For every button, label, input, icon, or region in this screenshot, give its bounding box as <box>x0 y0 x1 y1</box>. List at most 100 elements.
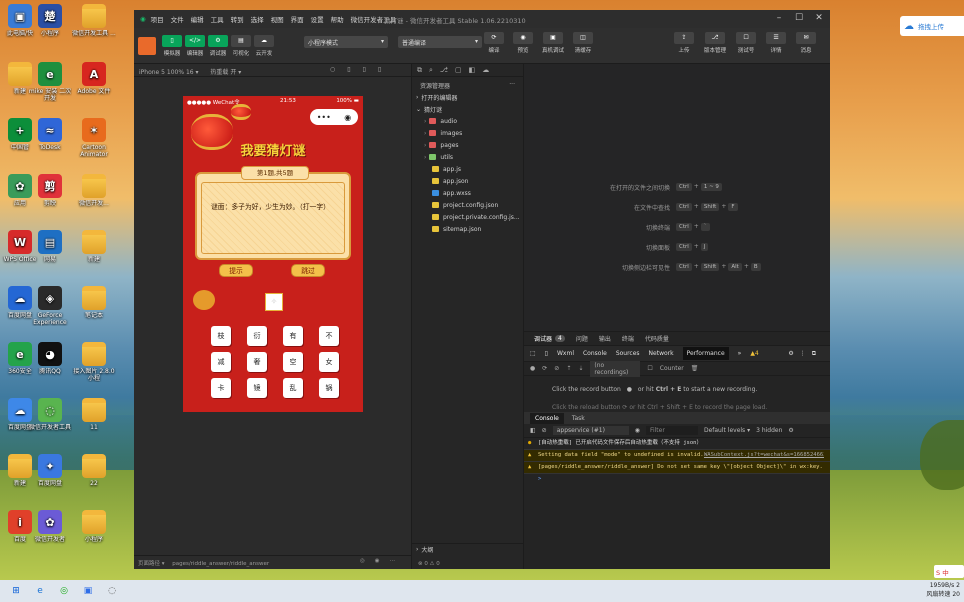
devtools-top-tab[interactable]: 终端 <box>622 334 634 343</box>
minimize-icon[interactable]: – <box>774 13 784 23</box>
mini-capsule[interactable]: ••• ◉ <box>310 109 358 125</box>
upload-icon[interactable]: ⇡ <box>566 365 571 372</box>
answer-slot[interactable]: ✧ <box>265 293 283 311</box>
menu-item[interactable]: 视图 <box>271 14 284 24</box>
character-tile[interactable]: 镜 <box>247 378 267 398</box>
mode-select[interactable]: 小程序模式 ▾ <box>304 36 388 48</box>
action-button[interactable]: ✉ 消息 <box>796 32 817 54</box>
menu-item[interactable]: 帮助 <box>331 14 344 24</box>
desktop-icon[interactable]: ✿ 微信开发者 <box>28 510 72 550</box>
desktop-icon[interactable]: 接入图片 2.8.0小程 <box>72 342 116 382</box>
menu-item[interactable]: 编辑 <box>191 14 204 24</box>
action-button[interactable]: ⟳ 编译 <box>484 32 504 54</box>
desktop-icon[interactable]: e mike 安装 二次开发 <box>28 62 72 102</box>
chat-icon[interactable]: ◌ <box>104 583 120 599</box>
character-tile[interactable]: 枝 <box>211 326 231 346</box>
file-tree-item[interactable]: › audio <box>412 115 523 127</box>
inspect-icon[interactable]: ⬚ <box>530 350 536 357</box>
project-section[interactable]: ⌄ 猜灯谜 <box>412 103 523 115</box>
more-icon[interactable]: ••• <box>317 113 331 122</box>
message-source[interactable]: WASubContext.js?t=wechat&s=1668524663828… <box>704 452 824 459</box>
menu-item[interactable]: 项目 <box>151 14 164 24</box>
context-select[interactable]: appservice (#1) <box>552 426 629 435</box>
devtools-tab[interactable]: Sources <box>616 350 640 357</box>
file-tree-item[interactable]: project.private.config.js... <box>412 211 523 223</box>
ime-indicator[interactable]: S 中 <box>934 565 964 578</box>
toolbar-4-button[interactable]: ☁ 云开发 <box>254 34 274 57</box>
eye-icon[interactable]: ◉ <box>635 427 640 434</box>
desktop-icon[interactable]: 微信开发... <box>72 174 116 214</box>
open-editors-section[interactable]: › 打开的编辑器 <box>412 91 523 103</box>
devtools-tab[interactable]: Wxml <box>557 350 574 357</box>
extensions-icon[interactable]: ◧ <box>469 66 476 74</box>
file-tree-item[interactable]: app.wxss <box>412 187 523 199</box>
more-icon[interactable]: ··· <box>509 81 515 88</box>
menu-item[interactable]: 文件 <box>171 14 184 24</box>
toolbar-0-button[interactable]: ▯ 模拟器 <box>162 34 182 57</box>
menu-item[interactable]: 转到 <box>231 14 244 24</box>
baidu-upload-widget[interactable]: ☁ 拖拽上传 <box>900 16 964 36</box>
action-button[interactable]: ⎇ 版本管理 <box>704 32 726 54</box>
levels-select[interactable]: Default levels ▾ <box>704 427 750 434</box>
desktop-icon[interactable]: 新建 <box>72 230 116 270</box>
character-tile[interactable]: 不 <box>319 326 339 346</box>
menu-item[interactable]: 界面 <box>291 14 304 24</box>
files-icon[interactable]: ⧉ <box>417 66 422 75</box>
desktop-icon[interactable]: ≈ ToDesk <box>28 118 72 158</box>
toolbar-2-button[interactable]: ⚙ 调试器 <box>208 34 228 57</box>
desktop-icon[interactable]: A Adobe 文件 <box>72 62 116 102</box>
compile-select[interactable]: 普通编译 ▾ <box>398 36 482 48</box>
clear-icon[interactable]: ⊘ <box>554 365 559 372</box>
file-tree-item[interactable]: › utils <box>412 151 523 163</box>
reload-icon[interactable]: ⟳ <box>542 365 547 372</box>
action-button[interactable]: ☐ 测试号 <box>736 32 757 54</box>
page-path-label[interactable]: 页面路径 ▾ <box>138 561 165 567</box>
character-tile[interactable]: 乱 <box>283 378 303 398</box>
skip-button[interactable]: 跳过 <box>291 264 325 277</box>
drawer-tab[interactable]: Console <box>530 412 564 424</box>
app-icon[interactable]: ▣ <box>80 583 96 599</box>
sim-tool-icons[interactable]: ○▯▯▯ <box>330 66 393 73</box>
toolbar-3-button[interactable]: ▤ 可视化 <box>231 34 251 57</box>
download-icon[interactable]: ⇣ <box>578 365 583 372</box>
outline-section[interactable]: › 大纲 <box>412 543 524 555</box>
desktop-icon[interactable]: 笔记本 <box>72 286 116 326</box>
console-prompt[interactable]: > <box>524 474 830 485</box>
file-tree-item[interactable]: sitemap.json <box>412 223 523 235</box>
action-button[interactable]: ◫ 清缓存 <box>573 32 594 54</box>
desktop-icon[interactable]: ✶ Cartoon Animator <box>72 118 116 158</box>
recordings-select[interactable]: (no recordings) <box>590 360 641 377</box>
character-tile[interactable]: 奢 <box>247 352 267 372</box>
settings-icon[interactable]: ⚙⋮⧉ <box>788 350 822 358</box>
checkbox-icon[interactable]: ☐ <box>647 365 652 372</box>
device-select[interactable]: iPhone 5 100% 16 ▾ <box>139 69 199 76</box>
date[interactable]: 20 <box>952 591 960 598</box>
branch-icon[interactable]: ⎇ <box>440 66 448 74</box>
cloud-icon[interactable]: ☁ <box>482 66 489 74</box>
hint-button[interactable]: 提示 <box>219 264 253 277</box>
character-tile[interactable]: 锅 <box>319 378 339 398</box>
file-tree-item[interactable]: › pages <box>412 139 523 151</box>
action-button[interactable]: ◉ 预览 <box>513 32 533 54</box>
hot-reload-select[interactable]: 热重载 开 ▾ <box>210 69 241 76</box>
desktop-icon[interactable]: ◌ 微信开发者工具 <box>28 398 72 438</box>
record-icon[interactable]: ◉ <box>344 113 351 122</box>
clock[interactable]: 2 <box>956 582 960 589</box>
file-tree-item[interactable]: app.json <box>412 175 523 187</box>
search-icon[interactable]: ⌕ <box>429 66 433 75</box>
devtools-top-tab[interactable]: 4 <box>555 335 565 342</box>
edge-icon[interactable]: e <box>32 583 48 599</box>
desktop-icon[interactable]: 剪剪映 <box>28 174 72 214</box>
sidebar-icon[interactable]: ◧ <box>530 427 536 434</box>
trash-icon[interactable]: 🗑 <box>691 365 699 372</box>
devtools-top-tab[interactable]: 调试器 <box>534 334 552 343</box>
desktop-icon[interactable]: ◈ GeForce Experience <box>28 286 72 326</box>
start-icon[interactable]: ⊞ <box>8 583 24 599</box>
desktop-icon[interactable]: 22 <box>72 454 116 494</box>
desktop-icon[interactable]: ▤ 网易 <box>28 230 72 270</box>
settings-icon[interactable]: ⚙ <box>788 427 793 434</box>
devtools-tab[interactable]: Performance <box>682 347 729 360</box>
menu-item[interactable]: 设置 <box>311 14 324 24</box>
file-tree-item[interactable]: project.config.json <box>412 199 523 211</box>
file-tree-item[interactable]: app.js <box>412 163 523 175</box>
